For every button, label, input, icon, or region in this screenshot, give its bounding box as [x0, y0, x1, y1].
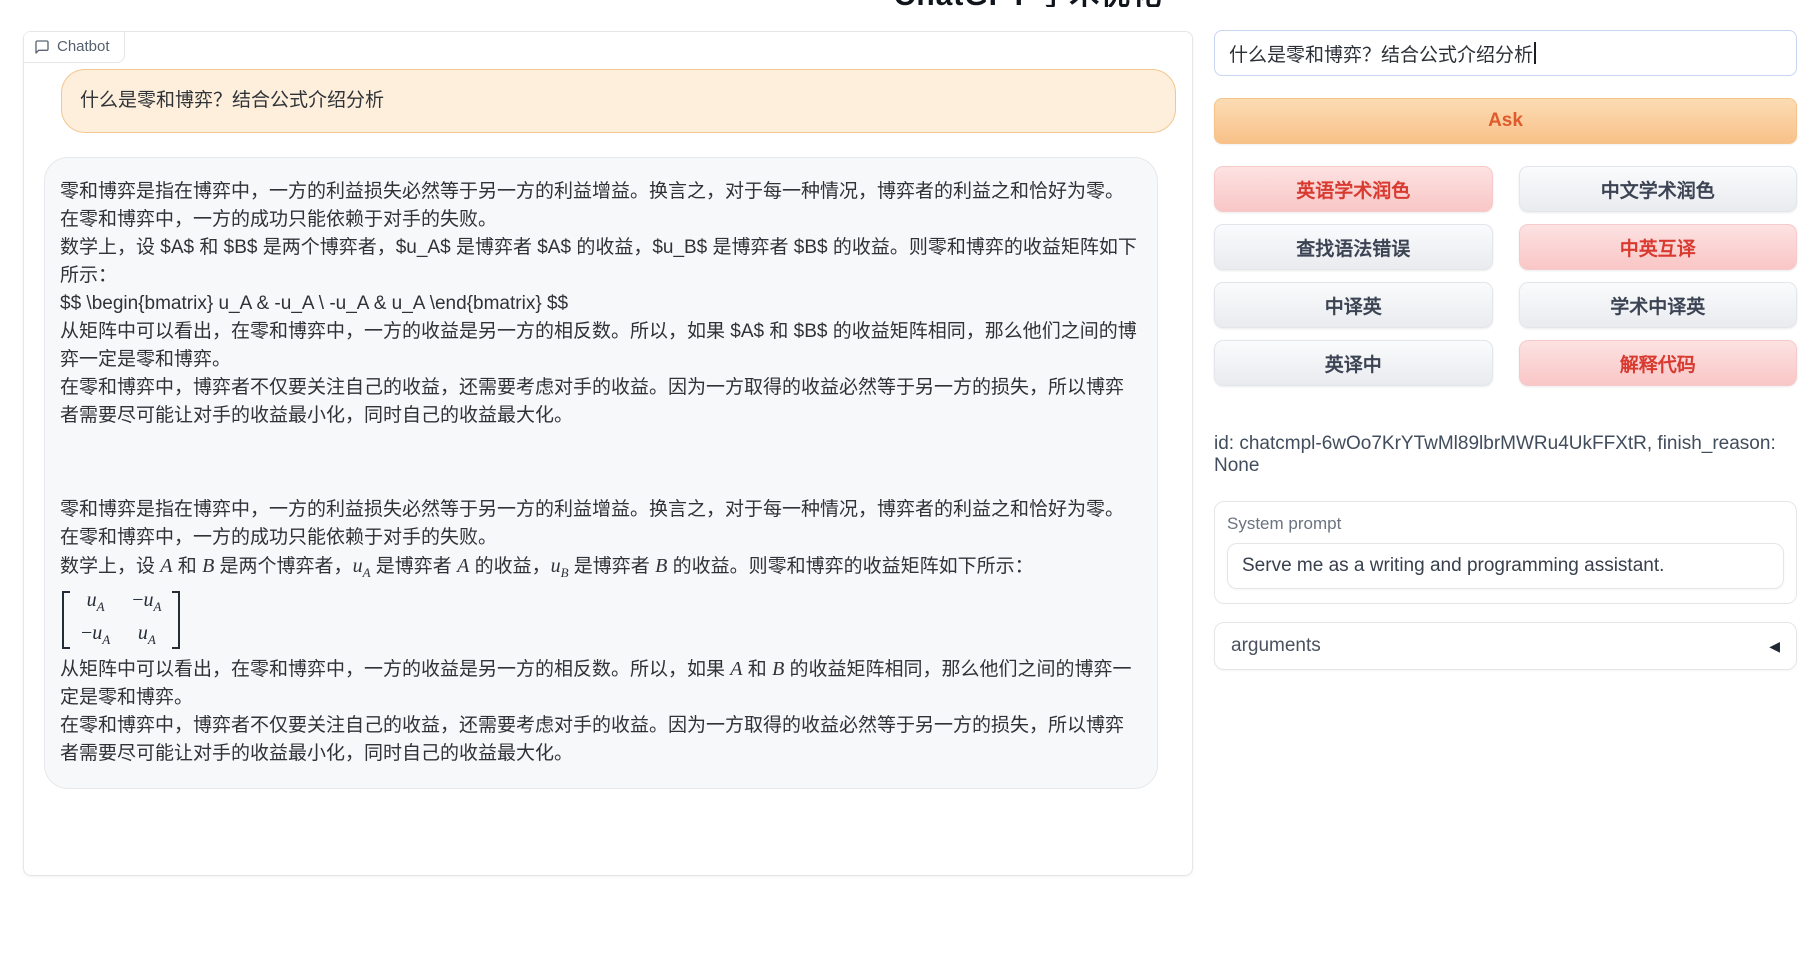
bot-text-line: 零和博弈是指在博弈中，一方的利益损失必然等于另一方的利益增益。换言之，对于每一种…: [60, 496, 1142, 524]
message-part-gap: [60, 430, 1142, 496]
math-variable: A: [160, 555, 172, 577]
button-zh-to-en[interactable]: 中译英: [1214, 282, 1493, 328]
bot-latex-source-line: $$ \begin{bmatrix} u_A & -u_A \ -u_A & u…: [60, 290, 1142, 318]
bot-text-line: 在零和博弈中，博弈者不仅要关注自己的收益，还需要考虑对手的收益。因为一方取得的收…: [60, 712, 1142, 768]
user-message-text: 什么是零和博弈？结合公式介绍分析: [80, 90, 384, 111]
page-title-text: ChatGPT 学术优化: [878, 0, 1178, 7]
button-academic-zh-to-en[interactable]: 学术中译英: [1519, 282, 1798, 328]
system-prompt-label: System prompt: [1227, 514, 1784, 534]
matrix-cells: uA −uA −uA uA: [77, 591, 165, 649]
button-zh-en-mutual-translate[interactable]: 中英互译: [1519, 224, 1798, 270]
chatbot-label: Chatbot: [24, 32, 125, 63]
bot-text-line: 在零和博弈中，一方的成功只能依赖于对手的失败。: [60, 206, 1142, 234]
system-prompt-group: System prompt Serve me as a writing and …: [1214, 501, 1797, 604]
bot-conclusion-line: 从矩阵中可以看出，在零和博弈中，一方的收益是另一方的相反数。所以，如果 A 和 …: [60, 655, 1142, 712]
user-message-bubble: 什么是零和博弈？结合公式介绍分析: [61, 69, 1176, 133]
bot-text-line: 零和博弈是指在博弈中，一方的利益损失必然等于另一方的利益增益。换言之，对于每一种…: [60, 178, 1142, 206]
math-variable: A: [457, 555, 469, 577]
button-en-to-zh[interactable]: 英译中: [1214, 340, 1493, 386]
bot-text-line: 在零和博弈中，博弈者不仅要关注自己的收益，还需要考虑对手的收益。因为一方取得的收…: [60, 374, 1142, 430]
math-variable: B: [655, 555, 667, 577]
matrix-cell: −uA: [132, 587, 161, 620]
math-variable: B: [772, 658, 784, 680]
text-cursor: [1534, 42, 1536, 64]
ask-button[interactable]: Ask: [1214, 98, 1797, 144]
collapse-arrow-icon: ◀: [1769, 638, 1780, 655]
math-variable: uB: [551, 555, 569, 577]
arguments-accordion-label: arguments: [1231, 635, 1321, 657]
math-variable: uA: [353, 555, 371, 577]
chatbot-label-text: Chatbot: [57, 38, 110, 55]
response-status-line: id: chatcmpl-6wOo7KrYTwMl89lbrMWRu4UkFFX…: [1214, 433, 1797, 477]
bot-rendered-part: 零和博弈是指在博弈中，一方的利益损失必然等于另一方的利益增益。换言之，对于每一种…: [60, 496, 1142, 768]
bot-text-line: 在零和博弈中，一方的成功只能依赖于对手的失败。: [60, 524, 1142, 552]
button-chinese-academic-polish[interactable]: 中文学术润色: [1519, 166, 1798, 212]
bot-raw-part: 零和博弈是指在博弈中，一方的利益损失必然等于另一方的利益增益。换言之，对于每一种…: [60, 178, 1142, 430]
page-title: ChatGPT 学术优化: [878, 0, 1178, 7]
system-prompt-input[interactable]: Serve me as a writing and programming as…: [1227, 543, 1784, 589]
arguments-accordion[interactable]: arguments ◀: [1214, 622, 1797, 670]
math-variable: B: [202, 555, 214, 577]
controls-column: 什么是零和博弈？结合公式介绍分析 Ask 英语学术润色 中文学术润色 查找语法错…: [1214, 30, 1797, 670]
matrix-left-bracket: [62, 591, 70, 649]
system-prompt-value: Serve me as a writing and programming as…: [1242, 555, 1664, 577]
bot-message-bubble: 零和博弈是指在博弈中，一方的利益损失必然等于另一方的利益增益。换言之，对于每一种…: [44, 157, 1158, 789]
button-explain-code[interactable]: 解释代码: [1519, 340, 1798, 386]
bot-text-line: 数学上，设 $A$ 和 $B$ 是两个博弈者，$u_A$ 是博弈者 $A$ 的收…: [60, 234, 1142, 290]
question-input-value: 什么是零和博弈？结合公式介绍分析: [1229, 40, 1533, 67]
ask-button-label: Ask: [1488, 110, 1523, 132]
button-english-academic-polish[interactable]: 英语学术润色: [1214, 166, 1493, 212]
chatbot-panel: Chatbot 什么是零和博弈？结合公式介绍分析 零和博弈是指在博弈中，一方的利…: [23, 31, 1193, 876]
question-input[interactable]: 什么是零和博弈？结合公式介绍分析: [1214, 30, 1797, 76]
bot-text-line: 从矩阵中可以看出，在零和博弈中，一方的收益是另一方的相反数。所以，如果 $A$ …: [60, 318, 1142, 374]
math-variable: A: [730, 658, 742, 680]
matrix-cell: uA: [81, 587, 110, 620]
chat-bubble-icon: [34, 39, 50, 55]
button-find-grammar-errors[interactable]: 查找语法错误: [1214, 224, 1493, 270]
matrix-right-bracket: [172, 591, 180, 649]
payoff-matrix: uA −uA −uA uA: [62, 591, 180, 649]
function-button-grid: 英语学术润色 中文学术润色 查找语法错误 中英互译 中译英 学术中译英 英译中 …: [1214, 166, 1797, 386]
bot-math-intro-line: 数学上，设 A 和 B 是两个博弈者，uA 是博弈者 A 的收益，uB 是博弈者…: [60, 552, 1142, 587]
matrix-cell: −uA: [81, 620, 110, 653]
matrix-cell: uA: [132, 620, 161, 653]
